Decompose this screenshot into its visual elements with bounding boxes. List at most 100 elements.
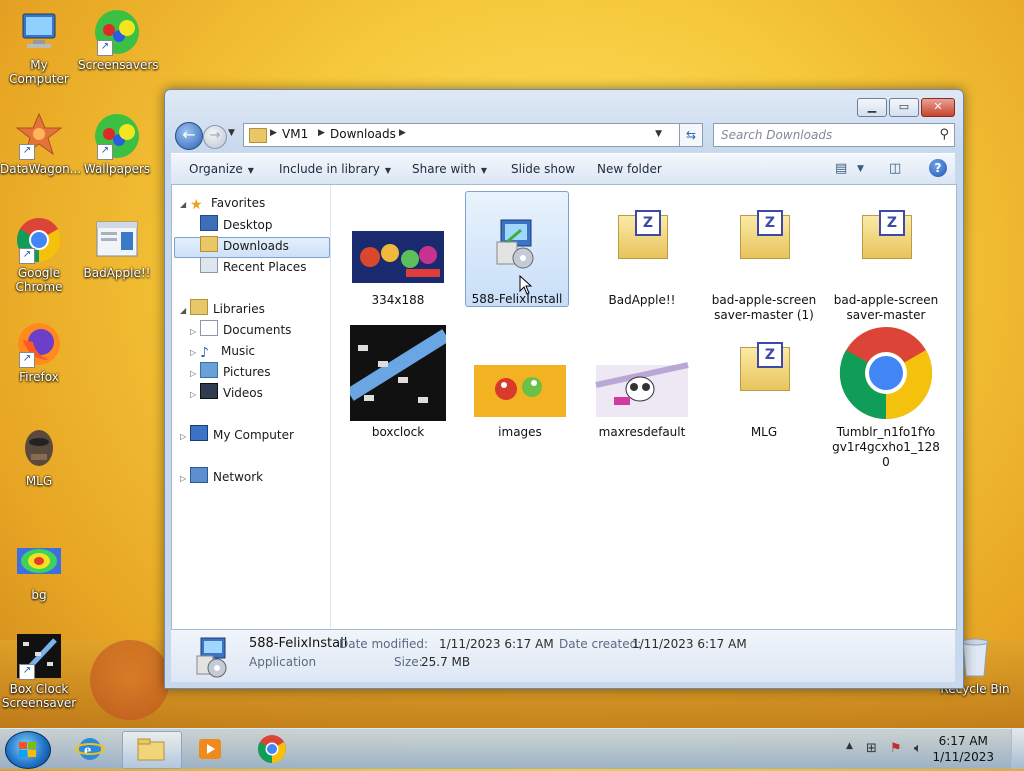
forward-button[interactable]: → (203, 125, 227, 149)
show-hidden-icons-button[interactable]: ▲ (846, 741, 853, 751)
file-item[interactable]: Z MLG (709, 325, 819, 440)
recent-pages-dropdown[interactable]: ▼ (228, 128, 235, 138)
explorer-body: ◢ ★ Favorites Desktop Downloads Recent Pla… (171, 184, 957, 630)
new-folder-button[interactable]: New folder (597, 162, 662, 176)
taskbar-chrome[interactable] (244, 731, 302, 767)
file-name: bad-apple-screen saver-master (833, 293, 939, 322)
file-item-selected[interactable]: 588-FelixInstall (465, 191, 569, 307)
nav-network[interactable]: ▷ Network (180, 467, 263, 487)
include-in-library-button[interactable]: Include in library ▼ (279, 162, 391, 176)
shortcut-arrow-icon: ↗ (19, 144, 35, 160)
expand-arrow-icon[interactable]: ▷ (190, 385, 200, 405)
file-item[interactable]: Z bad-apple-screen saver-master (831, 193, 941, 323)
desktop-icon-box-clock[interactable]: ↗ Box Clock Screensaver (0, 632, 78, 710)
nav-recent-places[interactable]: Recent Places (200, 257, 306, 277)
refresh-button[interactable]: ⇆ (679, 123, 703, 147)
expand-arrow-icon[interactable]: ▷ (190, 322, 200, 342)
breadcrumb-downloads[interactable]: Downloads (330, 127, 396, 141)
nav-documents[interactable]: ▷ Documents (190, 320, 291, 340)
nav-music[interactable]: ▷ ♪ Music (190, 341, 255, 361)
nav-label: Videos (223, 386, 263, 400)
search-input[interactable]: Search Downloads (721, 128, 832, 142)
expand-arrow-icon[interactable]: ◢ (180, 195, 190, 215)
shortcut-arrow-icon: ↗ (19, 352, 35, 368)
nav-pictures[interactable]: ▷ Pictures (190, 362, 271, 382)
file-item[interactable]: maxresdefault (587, 325, 697, 440)
preview-pane-icon[interactable]: ◫ (889, 161, 901, 176)
taskbar-windows-explorer[interactable] (122, 731, 182, 769)
file-item[interactable]: 334x188 (343, 193, 453, 308)
expand-arrow-icon[interactable]: ◢ (180, 301, 190, 321)
mouse-pointer-icon (519, 274, 533, 298)
change-view-icon[interactable]: ▤ (835, 161, 847, 176)
expand-arrow-icon[interactable]: ▷ (190, 343, 200, 363)
desktop-wallpaper-character (90, 640, 170, 720)
volume-icon[interactable]: 🔈︎ (914, 741, 922, 756)
desktop-icon-google-chrome[interactable]: ↗ Google Chrome (0, 216, 78, 294)
nav-label: Recent Places (223, 260, 307, 274)
taskbar-internet-explorer[interactable]: e (62, 731, 120, 767)
shortcut-arrow-icon: ↗ (19, 248, 35, 264)
start-button[interactable] (5, 731, 51, 769)
file-item[interactable]: Z bad-apple-screen saver-master (1) (709, 193, 819, 323)
expand-arrow-icon[interactable]: ▷ (180, 469, 190, 489)
file-item[interactable]: Tumblr_n1fo1fYo gv1r4gcxho1_128 0 (831, 325, 941, 470)
breadcrumb-vm1[interactable]: VM1 (282, 127, 308, 141)
bg-image-icon (15, 538, 63, 586)
desktop-icon-bg[interactable]: bg (0, 538, 78, 602)
chevron-right-icon[interactable]: ▶ (270, 128, 277, 138)
title-bar[interactable]: ▁ ▭ ✕ (165, 90, 963, 118)
chevron-right-icon[interactable]: ▶ (399, 128, 406, 138)
installer-icon (469, 192, 565, 288)
action-center-flag-icon[interactable]: ⚑ (890, 741, 902, 756)
view-options-dropdown[interactable]: ▼ (857, 164, 864, 174)
desktop-icon-label: Google Chrome (15, 266, 63, 294)
desktop-icon-wallpapers[interactable]: ↗ Wallpapers (78, 112, 156, 176)
detail-size-label: Size: (394, 655, 423, 669)
taskbar: e ▲ ⊞ ⚑ 🔈︎ 6:17 AM 1/11/2023 (0, 728, 1024, 769)
nav-desktop[interactable]: Desktop (200, 215, 273, 235)
minimize-button[interactable]: ▁ (857, 98, 887, 117)
address-bar[interactable]: ▶ VM1 ▶ Downloads ▶ ▼ (243, 123, 691, 147)
detail-created-value: 1/11/2023 6:17 AM (632, 637, 747, 651)
close-button[interactable]: ✕ (921, 98, 955, 117)
search-box[interactable]: Search Downloads ⚲ (713, 123, 955, 147)
nav-downloads[interactable]: Downloads (200, 236, 289, 256)
file-item[interactable]: boxclock (343, 325, 453, 440)
nav-my-computer[interactable]: ▷ My Computer (180, 425, 294, 445)
back-button[interactable]: ← (175, 122, 203, 150)
desktop-icon-label: My Computer (9, 58, 69, 86)
nav-videos[interactable]: ▷ Videos (190, 383, 263, 403)
desktop-icon-mlg[interactable]: MLG (0, 424, 78, 488)
desktop-icon-firefox[interactable]: ↗ Firefox (0, 320, 78, 384)
file-item[interactable]: images (465, 325, 575, 440)
recent-places-icon (200, 257, 218, 273)
slide-show-button[interactable]: Slide show (511, 162, 575, 176)
navigation-bar: ← → ▼ ▶ VM1 ▶ Downloads ▶ ▼ ⇆ Search Dow… (171, 122, 955, 150)
share-with-button[interactable]: Share with ▼ (412, 162, 487, 176)
installer-icon (187, 632, 235, 680)
taskbar-media-player[interactable] (182, 731, 240, 767)
desktop-icon-datawagon[interactable]: ↗ DataWagon... (0, 112, 81, 176)
nav-label: Downloads (223, 239, 289, 253)
show-desktop-button[interactable] (1011, 729, 1024, 769)
desktop-icon-badapple[interactable]: BadApple!! (78, 216, 156, 280)
desktop-icon-label: bg (31, 588, 47, 602)
nav-label: My Computer (213, 428, 294, 442)
organize-button[interactable]: Organize ▼ (189, 162, 254, 176)
network-tray-icon[interactable]: ⊞ (866, 741, 877, 756)
file-list: 334x188 588-FelixInstall Z BadApple!! Z … (331, 185, 955, 629)
help-button[interactable]: ? (929, 159, 947, 177)
nav-libraries[interactable]: ◢ Libraries (180, 299, 265, 319)
nav-favorites[interactable]: ◢ ★ Favorites (180, 193, 265, 213)
expand-arrow-icon[interactable]: ▷ (190, 364, 200, 384)
maximize-button[interactable]: ▭ (889, 98, 919, 117)
file-item[interactable]: Z BadApple!! (587, 193, 697, 308)
desktop-icon-my-computer[interactable]: My Computer (0, 8, 78, 86)
address-dropdown-icon[interactable]: ▼ (655, 129, 662, 139)
taskbar-clock[interactable]: 6:17 AM 1/11/2023 (932, 733, 994, 765)
image-thumbnail-icon (350, 193, 446, 289)
desktop-icon-screensavers[interactable]: ↗ Screensavers (78, 8, 159, 72)
expand-arrow-icon[interactable]: ▷ (180, 427, 190, 447)
chevron-right-icon[interactable]: ▶ (318, 128, 325, 138)
